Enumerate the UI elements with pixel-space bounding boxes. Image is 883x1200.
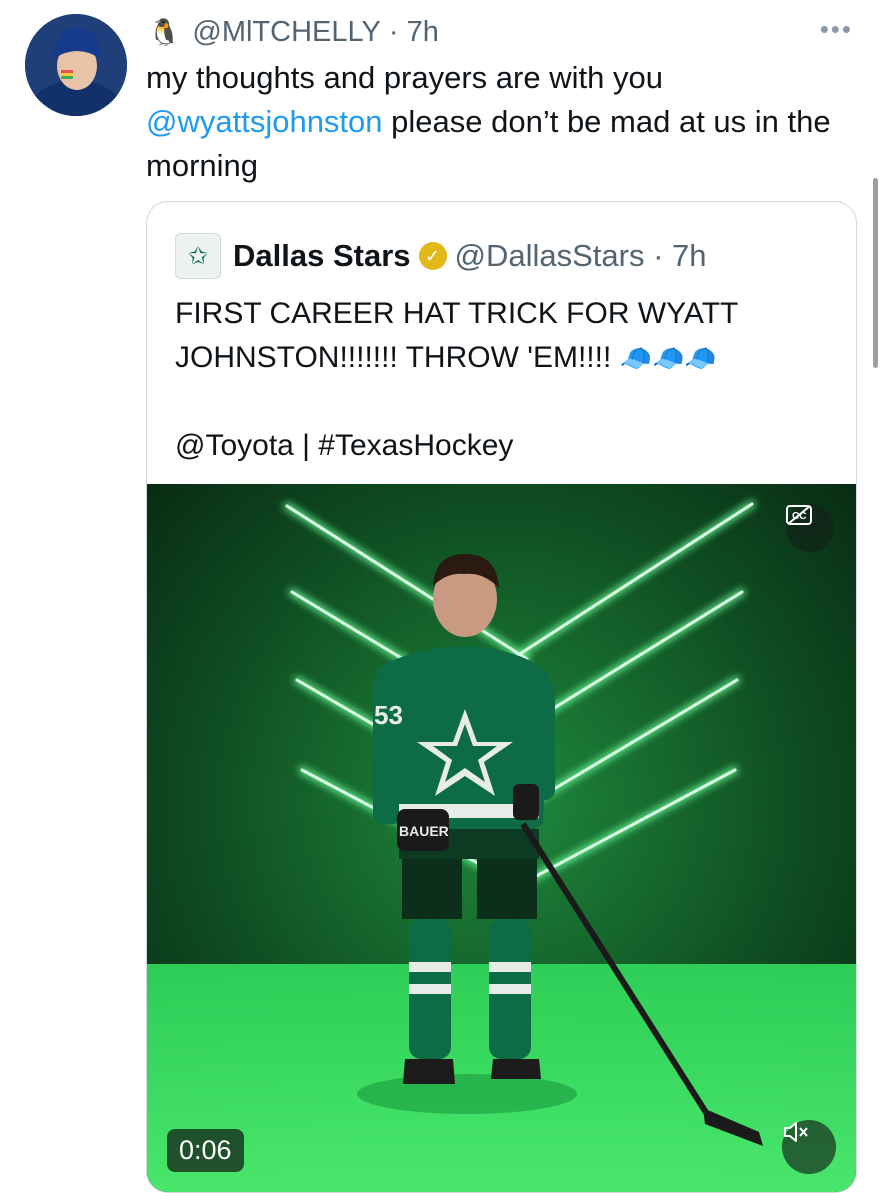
author-handle[interactable]: @MlTCHELLY: [192, 16, 380, 49]
jersey-number: 53: [374, 700, 403, 730]
video-timestamp: 0:06: [167, 1129, 244, 1172]
quote-header: ✩ Dallas Stars ✓ @DallasStars · 7h: [175, 232, 707, 280]
verified-gold-icon: ✓: [418, 242, 447, 270]
more-options-icon[interactable]: •••: [820, 14, 853, 45]
quote-time[interactable]: 7h: [672, 238, 706, 274]
quote-line2: @Toyota | #TexasHockey: [175, 429, 514, 462]
author-emoji: 🐧: [148, 16, 181, 47]
speaker-muted-icon[interactable]: [782, 1120, 836, 1174]
star-logo-icon[interactable]: ✩: [175, 233, 221, 279]
quote-author-handle[interactable]: @DallasStars: [455, 238, 645, 274]
author-avatar[interactable]: [25, 14, 127, 116]
captions-off-icon[interactable]: CC: [786, 504, 834, 552]
cap-emojis: 🧢🧢🧢: [619, 343, 717, 373]
header-separator: ·: [380, 15, 407, 48]
quote-separator: ·: [644, 238, 673, 273]
tweet-text-part1: my thoughts and prayers are with you: [146, 60, 663, 95]
quote-author-name[interactable]: Dallas Stars: [233, 238, 411, 274]
tweet-header: 🐧 @MlTCHELLY · 7h: [148, 14, 439, 50]
quoted-tweet[interactable]: ✩ Dallas Stars ✓ @DallasStars · 7h FIRST…: [146, 201, 857, 1193]
quote-text: FIRST CAREER HAT TRICK FOR WYATT JOHNSTO…: [175, 292, 835, 468]
svg-text:CC: CC: [792, 511, 806, 522]
scrollbar[interactable]: [873, 178, 878, 368]
glove-brand: BAUER: [399, 823, 449, 839]
tweet-time[interactable]: 7h: [407, 16, 439, 49]
mention-link[interactable]: @wyattsjohnston: [146, 104, 383, 139]
tweet-text: my thoughts and prayers are with you @wy…: [146, 56, 866, 188]
video-frame: 53 BAUER: [147, 484, 856, 1192]
video-player[interactable]: 53 BAUER CC 0:06: [147, 484, 856, 1192]
